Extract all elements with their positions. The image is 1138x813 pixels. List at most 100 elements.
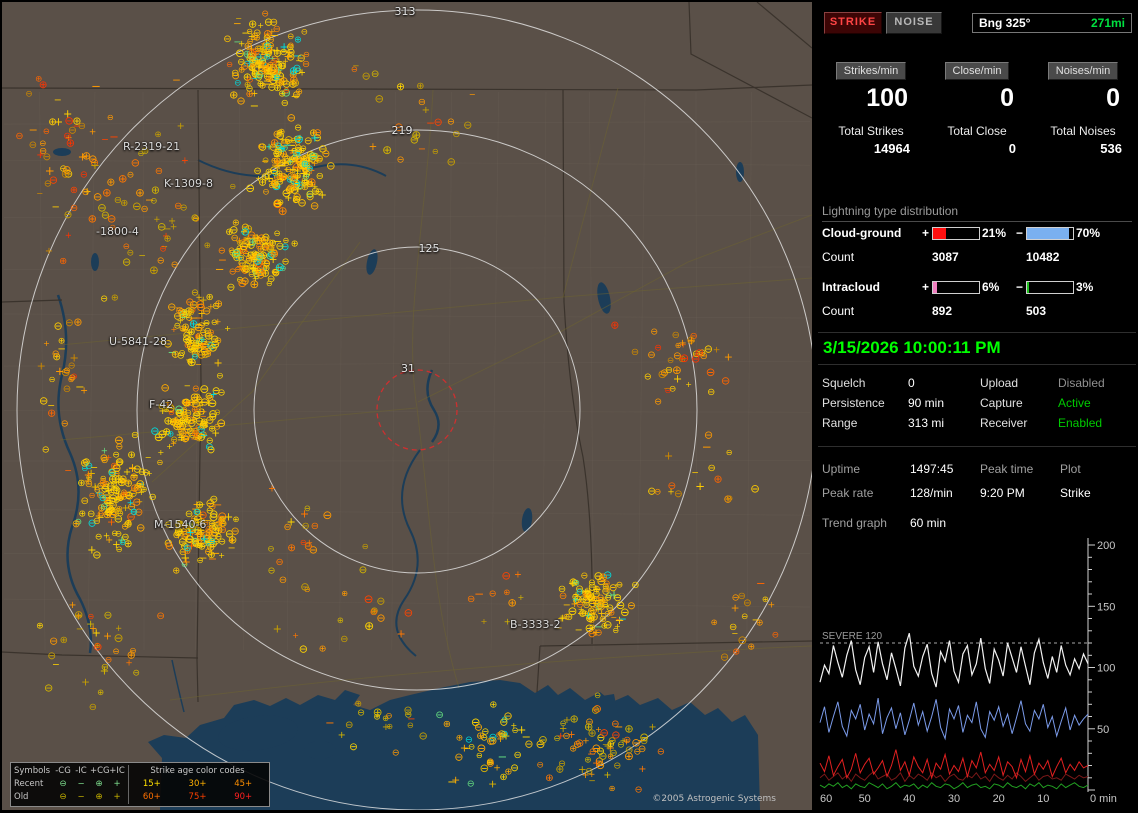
ic-plus-bar [932,281,980,294]
ring-distance-label: 31 [401,362,415,375]
strike-map[interactable]: ⊖ ⊖ ⊖ ⊕ + ⊖ − − ⊖ ⊕ ⊖ ⊕ + ⊖ ⊖ − ⊕ ⊖ ⊖ ⊖ ⊖ ⊖ + + ⊕ ⊖ ⊕ ⊖ ⊖ ⊖ ⊖ ⊖ ⊖ − + ⊖ ⊕ ⊖ ⊖ ⊕… [2,2,812,810]
total-noises-label: Total Noises [1050,124,1116,138]
storm-cell-label: -1800-4 [96,225,139,238]
storm-cell-label: U-5841-28 [109,335,167,348]
svg-text:50: 50 [1097,724,1109,736]
close-per-min-button[interactable]: Close/min [944,62,1010,80]
total-strikes-label: Total Strikes [838,124,904,138]
total-close-value: 0 [1008,141,1016,156]
ring-distance-label: 125 [418,242,440,255]
legend-col-header: -IC [75,766,87,776]
divider [818,446,1136,447]
noise-mode-button[interactable]: NOISE [886,12,942,34]
plot-value: Strike [1060,486,1091,500]
total-close-label: Total Close [947,124,1007,138]
count-label: Count [822,250,855,264]
settings-row: Persistence 90 min Capture Active [822,396,1136,410]
squelch-label: Squelch [822,376,866,390]
cloud-ground-label: Cloud-ground [822,226,902,240]
bearing-distance: 271mi [1090,16,1125,30]
cg-minus-count: 10482 [1026,250,1060,264]
upload-label: Upload [980,376,1019,390]
ic-plus-pct: 6% [982,280,1000,294]
svg-text:100: 100 [1097,663,1115,675]
svg-text:40: 40 [903,793,915,805]
range-label: Range [822,416,858,430]
persistence-value: 90 min [908,396,945,410]
intracloud-label: Intracloud [822,280,881,294]
ic-minus-bar [1026,281,1074,294]
distribution-header: Lightning type distribution [822,204,1132,222]
trend-graph-row: Trend graph 60 min [822,516,1136,530]
range-value: 313 mi [908,416,945,430]
divider [818,364,1136,365]
peak-rate-label: Peak rate [822,486,874,500]
storm-cell-label: K-1309-8 [164,177,213,190]
storm-cell-label: B-3333-2 [510,618,561,631]
uptime-label: Uptime [822,462,861,476]
strikes-per-min-button[interactable]: Strikes/min [835,62,907,80]
divider [818,332,1136,333]
storm-cell-label: M-1540-6 [154,518,207,531]
peak-rate-value: 128/min [910,486,953,500]
legend-row-label: Old [14,792,29,802]
peak-time-label: Peak time [980,462,1034,476]
mode-button-row: STRIKE NOISE Bng 325° 271mi [822,12,1132,34]
ic-minus-count: 503 [1026,304,1047,318]
legend-col-header: +IC [109,766,125,776]
control-panel: STRIKE NOISE Bng 325° 271mi Strikes/min … [818,2,1136,810]
legend-age-header: Strike age color codes [128,765,266,778]
noises-per-min-button[interactable]: Noises/min [1047,62,1119,80]
minus-sign: − [1016,280,1024,294]
svg-text:30: 30 [948,793,960,805]
legend-symbols-header: Symbols [14,766,51,776]
rate-columns: Strikes/min 100 Total Strikes 14964 Clos… [818,62,1136,156]
cg-minus-bar [1026,227,1074,240]
storm-cell-label: R-2319-21 [123,140,181,153]
legend-symbol: ⊕ [95,779,103,789]
legend-col-header: +CG [90,766,110,776]
cg-plus-count: 3087 [932,250,959,264]
map-legend: Symbols -CG -IC +CG +IC Strike age color code… [10,762,270,807]
cg-plus-bar [932,227,980,240]
legend-symbol: ⊕ [95,792,103,802]
receiver-status: Enabled [1058,416,1103,430]
storm-cell-label: F-42 [149,398,174,411]
trend-window-value: 60 min [910,516,947,530]
bearing-label: Bng 325° [979,16,1031,30]
ic-count-row: Count 892 503 [822,304,1136,318]
cg-minus-pct: 70% [1076,226,1101,240]
plus-sign: + [922,226,930,240]
total-noises-value: 536 [1100,141,1122,156]
nexstorm-app: ⊖ ⊖ ⊖ ⊕ + ⊖ − − ⊖ ⊕ ⊖ ⊕ + ⊖ ⊖ − ⊕ ⊖ ⊖ ⊖ ⊖ ⊖ + + ⊕ ⊖ ⊕ ⊖ ⊖ ⊖ ⊖ ⊖ ⊖ − + ⊖ ⊕ ⊖ ⊖ ⊕… [0,0,1138,812]
bearing-display: Bng 325° 271mi [972,13,1132,33]
squelch-value: 0 [908,376,915,390]
persistence-label: Persistence [822,396,885,410]
legend-age-codes: 15+ 30+ 45+ [128,778,266,791]
noises-column: Noises/min 0 Total Noises 536 [1030,62,1136,156]
intracloud-row: Intracloud + 6% − 3% [822,280,1136,295]
count-label: Count [822,304,855,318]
peak-time-value: 9:20 PM [980,486,1025,500]
plus-sign: + [922,280,930,294]
bar-fill [1027,282,1029,293]
copyright-text: ©2005 Astrogenic Systems [652,794,776,804]
ic-minus-pct: 3% [1076,280,1094,294]
legend-symbol: − [77,792,85,802]
settings-row: Squelch 0 Upload Disabled [822,376,1136,390]
cg-count-row: Count 3087 10482 [822,250,1136,264]
svg-text:50: 50 [859,793,871,805]
info-row: Peak rate 128/min 9:20 PM Strike [822,486,1136,500]
uptime-value: 1497:45 [910,462,954,476]
ring-distance-label: 313 [394,5,416,18]
legend-age-codes: 60+ 75+ 90+ [128,791,266,804]
strike-mode-button[interactable]: STRIKE [824,12,882,34]
cg-plus-pct: 21% [982,226,1007,240]
settings-row: Range 313 mi Receiver Enabled [822,416,1136,430]
svg-text:20: 20 [993,793,1005,805]
ring-distance-label: 219 [391,124,413,137]
svg-text:200: 200 [1097,540,1115,552]
plot-label: Plot [1060,462,1081,476]
ic-plus-count: 892 [932,304,953,318]
trend-graph: SEVERE 120 50 100 150 200 60 50 40 30 20 10 0 min [818,534,1136,810]
